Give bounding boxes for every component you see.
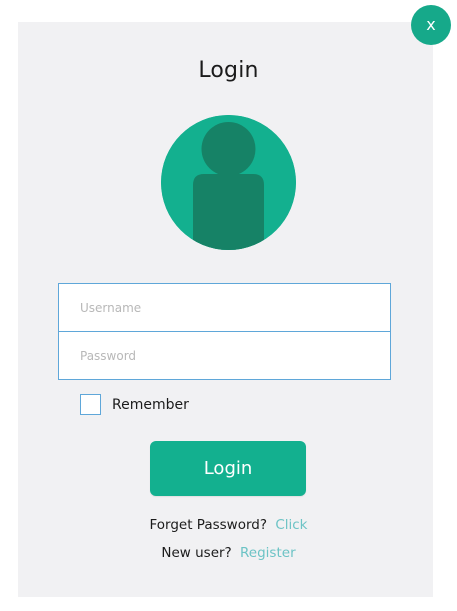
user-avatar-icon <box>161 115 296 250</box>
register-line: New user? Register <box>0 545 457 561</box>
remember-checkbox[interactable] <box>80 394 101 415</box>
register-link[interactable]: Register <box>240 545 296 561</box>
forgot-password-text: Forget Password? <box>149 517 268 533</box>
username-input[interactable] <box>59 284 390 331</box>
login-form <box>58 283 391 380</box>
forgot-password-link[interactable]: Click <box>275 517 307 533</box>
login-button[interactable]: Login <box>150 441 306 496</box>
password-input[interactable] <box>59 332 390 379</box>
forgot-password-line: Forget Password? Click <box>0 517 457 533</box>
close-button[interactable]: x <box>411 5 451 45</box>
remember-label: Remember <box>112 397 189 413</box>
page-title: Login <box>198 58 259 83</box>
new-user-text: New user? <box>161 545 232 561</box>
login-page: x Login Remember Login Forget Password? … <box>0 0 457 611</box>
